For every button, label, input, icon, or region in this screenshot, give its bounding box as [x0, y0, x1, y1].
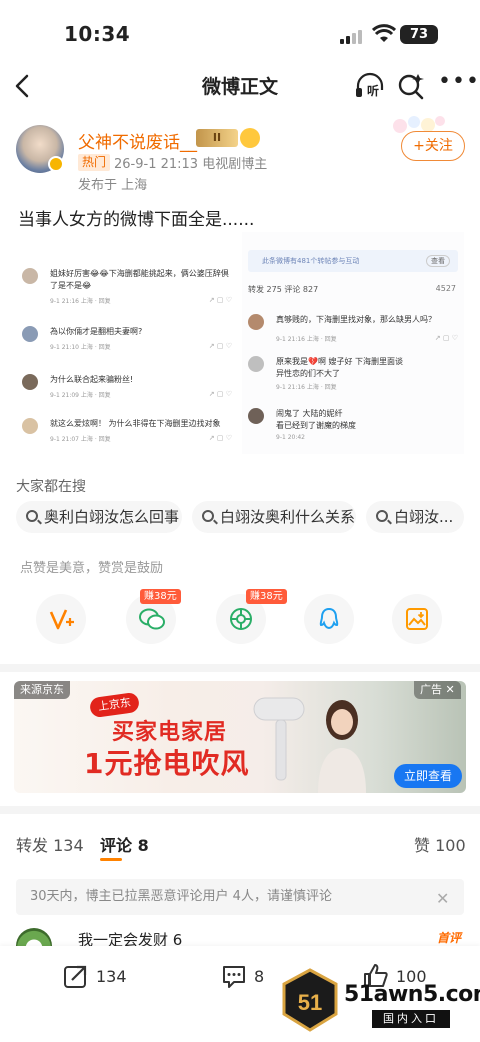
- battery-indicator: 73: [400, 25, 438, 44]
- search-chip-label: 奥利白翊汝怎么回事: [44, 508, 180, 526]
- ad-cta-button[interactable]: 立即查看: [394, 764, 463, 788]
- comment-notice: 30天内，博主已拉黑恶意评论用户 4人，请谨慎评论: [16, 879, 464, 915]
- post-location: 发布于 上海: [78, 178, 148, 193]
- search-icon: [376, 510, 388, 522]
- v-plus-icon: [49, 609, 74, 630]
- watermark-site: 51awn5.com: [344, 982, 480, 1007]
- signal-icon: [340, 28, 366, 44]
- share-qq-button[interactable]: [304, 594, 354, 644]
- status-time: 10:34: [64, 22, 131, 46]
- comment-icon[interactable]: [220, 962, 248, 990]
- image-banner-action: 查看: [426, 255, 450, 267]
- verified-badge-icon: [48, 156, 64, 172]
- image-comment-row: 為以你倆才是翻相夫妻啊? 9-1 21:10 上海 · 回复 ↗ ▢ ♡: [22, 326, 232, 356]
- listen-button[interactable]: 听: [354, 72, 386, 100]
- image-comment-row: 原来我是💔啊 嫂子好 下海删里面谈 异性恋的们不大了 9-1 21:16 上海 …: [248, 356, 458, 396]
- tab-comments[interactable]: 评论 8: [100, 832, 149, 856]
- search-chip-label: 白翊汝奥利什么关系: [220, 508, 356, 526]
- first-comment-badge: 首评: [437, 931, 462, 945]
- close-icon[interactable]: ✕: [436, 889, 449, 908]
- tab-repost[interactable]: 转发 134: [16, 832, 84, 856]
- watermark-logo: 51: [282, 968, 338, 1032]
- search-icon: [26, 510, 38, 522]
- image-comment-row: 姐妹好厉害😂😂下海删都能挑起来，俩公婆压辞倶 了是不是😂 9-1 21:16 上…: [22, 268, 232, 308]
- ad-source-label: 来源京东: [14, 681, 70, 699]
- post-text: 当事人女方的微博下面全是......: [18, 210, 255, 230]
- qq-icon: [319, 607, 339, 630]
- image-comment-row: 为什么联合起来骗粉丝! 9-1 21:09 上海 · 回复 ↗ ▢ ♡: [22, 374, 232, 404]
- image-comment-row: 真够贱的，下海删里找对象，那么缺男人吗？ 9-1 21:16 上海 · 回复 ↗…: [248, 314, 458, 350]
- repost-icon[interactable]: [62, 962, 90, 990]
- image-comment-row: 闹鬼了 大陆的妮纤 看已经到了谢魔的梯度 9-1 20:42: [248, 408, 458, 448]
- image-like-count: 4527: [435, 284, 456, 293]
- search-chip[interactable]: 白翊汝...: [366, 501, 464, 533]
- wechat-icon: [139, 608, 165, 630]
- wifi-icon: [372, 24, 396, 42]
- save-image-button[interactable]: [392, 594, 442, 644]
- search-chip-label: 白翊汝...: [394, 508, 454, 526]
- ad-label[interactable]: 广告 ✕: [414, 681, 461, 699]
- svg-text:51: 51: [298, 990, 322, 1015]
- save-image-icon: [406, 608, 428, 630]
- more-options-icon[interactable]: •••: [438, 71, 479, 96]
- wechat-reward-tag: 赚38元: [140, 589, 181, 604]
- emoji-badge-icon: [240, 128, 260, 148]
- moments-reward-tag: 赚38元: [246, 589, 287, 604]
- comment-count[interactable]: 8: [254, 967, 264, 986]
- like-hint-text: 点赞是美意，赞赏是鼓励: [20, 561, 164, 576]
- section-divider: [0, 664, 480, 672]
- active-tab-indicator: [100, 858, 122, 861]
- reward-button[interactable]: [36, 594, 86, 644]
- hair-dryer-image: [253, 697, 305, 781]
- search-section-title: 大家都在搜: [16, 479, 86, 495]
- repost-count[interactable]: 134: [96, 967, 127, 986]
- post-image-2[interactable]: 此条微博有481个转帖参与互动 查看 转发 275 评论 827 4527 真够…: [242, 232, 464, 454]
- section-divider: [0, 806, 480, 814]
- listen-label: 听: [367, 84, 380, 98]
- vip-badge: II: [196, 129, 238, 147]
- ad-subheadline: 1元抢电吹风: [84, 747, 250, 780]
- watermark-tagline: 国内入口: [372, 1010, 450, 1028]
- moments-icon: [230, 608, 252, 630]
- follow-button[interactable]: +关注: [401, 131, 465, 161]
- post-time-and-title: 26-9-1 21:13 电视剧博主: [114, 157, 268, 172]
- hot-tag: 热门: [78, 154, 111, 171]
- search-chip[interactable]: 白翊汝奥利什么关系: [192, 501, 356, 533]
- author-name[interactable]: 父神不说废话__: [78, 128, 197, 153]
- post-image-1[interactable]: 姐妹好厉害😂😂下海删都能挑起来，俩公婆压辞倶 了是不是😂 9-1 21:16 上…: [16, 232, 238, 454]
- search-icon: [202, 510, 214, 522]
- image-tabs: 转发 275 评论 827: [248, 285, 319, 294]
- image-comment-row: 就这么爱炫啊！ 为什么非得在下海删里边找对象 9-1 21:07 上海 · 回复…: [22, 418, 232, 448]
- tab-likes[interactable]: 赞 100: [414, 832, 466, 856]
- search-chip[interactable]: 奥利白翊汝怎么回事: [16, 501, 182, 533]
- search-icon[interactable]: [396, 72, 426, 100]
